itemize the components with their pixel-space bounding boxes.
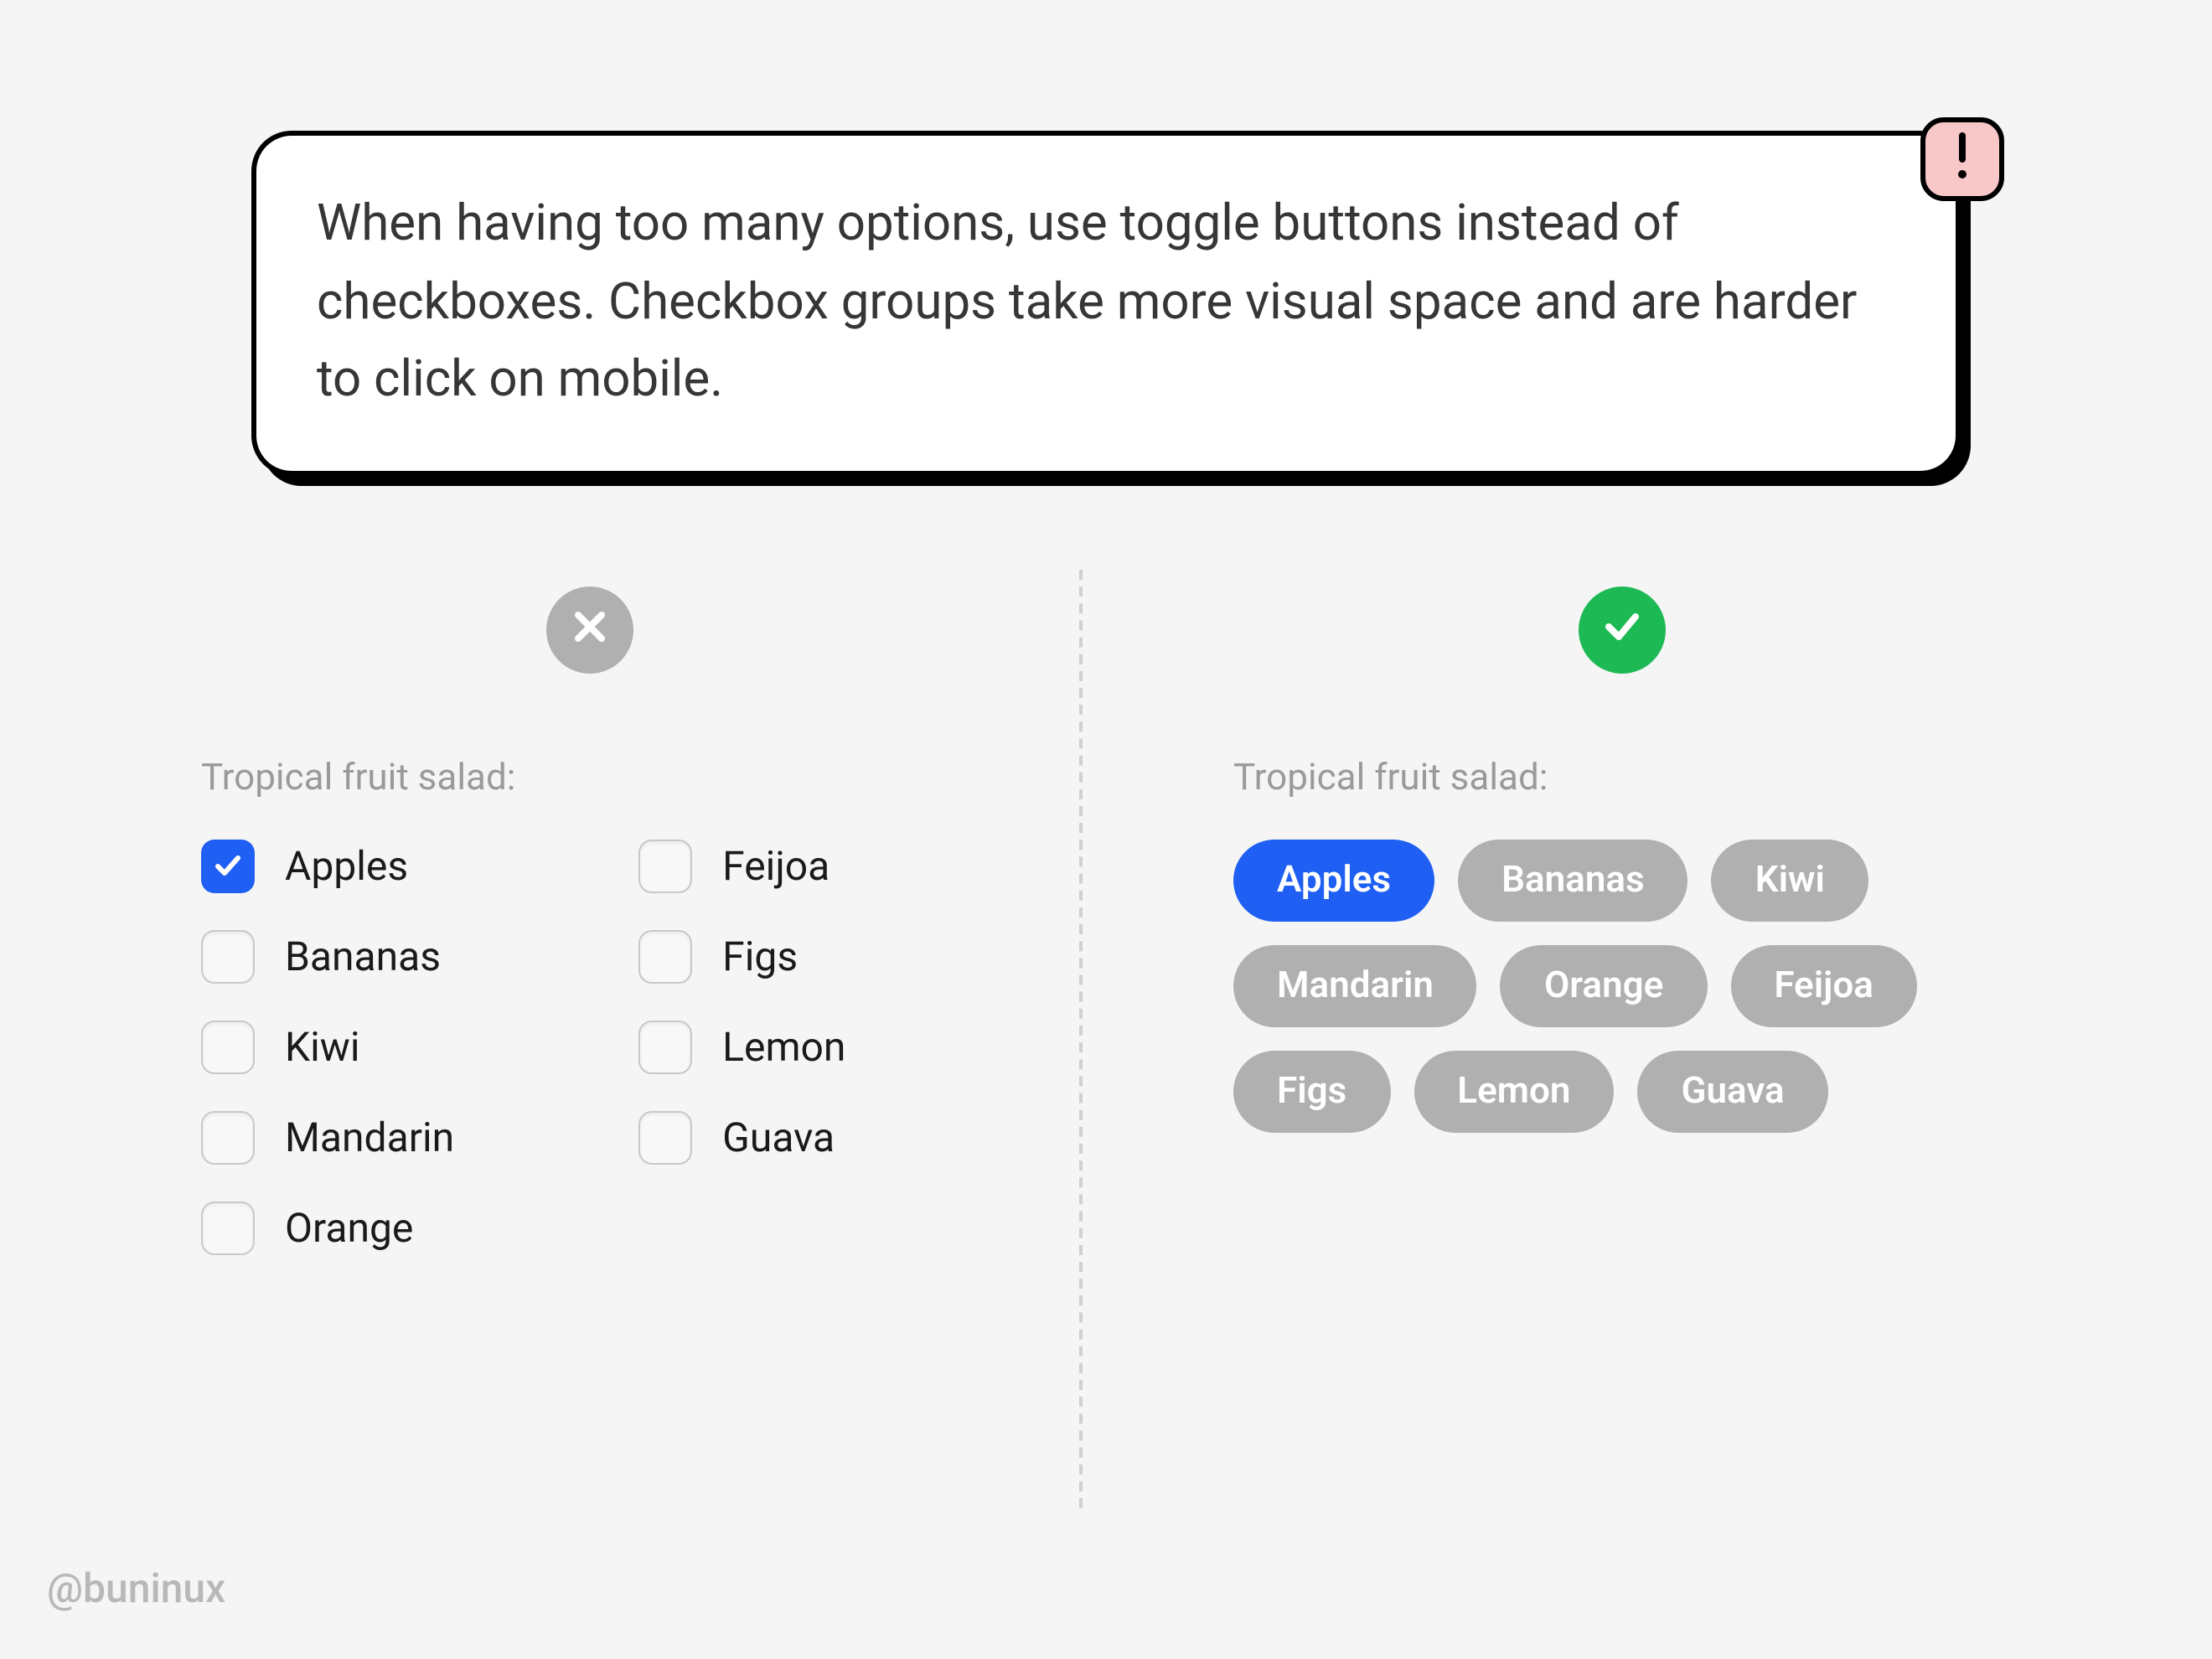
checkbox[interactable] [201, 1202, 255, 1255]
x-icon [570, 607, 610, 654]
toggle-chip[interactable]: Orange [1501, 945, 1707, 1027]
toggle-chip[interactable]: Apples [1233, 840, 1434, 922]
toggle-chip[interactable]: Mandarin [1233, 945, 1477, 1027]
bad-status-icon [546, 587, 633, 674]
bad-example-panel: Tropical fruit salad: Apples Bananas Kiwi M… [0, 519, 1079, 1525]
checkbox[interactable] [201, 1111, 255, 1165]
checkbox-label: Guava [722, 1114, 835, 1161]
toggle-chip[interactable]: Feijoa [1730, 945, 1917, 1027]
checkbox[interactable] [638, 840, 692, 893]
toggle-chip[interactable]: Figs [1233, 1051, 1390, 1133]
tip-text: When having too many options, use toggle… [317, 186, 1895, 420]
checkbox-row[interactable]: Feijoa [638, 840, 845, 893]
checkbox-row[interactable]: Bananas [201, 930, 454, 984]
checkbox-col-2: Feijoa Figs Lemon Guava [638, 840, 845, 1255]
comparison-container: Tropical fruit salad: Apples Bananas Kiwi M… [0, 519, 2212, 1525]
author-handle: @buninux [47, 1565, 225, 1612]
checkbox[interactable] [638, 930, 692, 984]
checkbox-columns: Apples Bananas Kiwi Mandarin Orange Feijoa Fi… [201, 840, 979, 1255]
checkbox-row[interactable]: Apples [201, 840, 454, 893]
bad-group-label: Tropical fruit salad: [201, 757, 515, 799]
chips-wrap: Apples Bananas Kiwi Mandarin Orange Feijoa Fig… [1233, 840, 1971, 1133]
checkbox-label: Orange [285, 1205, 413, 1252]
checkbox-col-1: Apples Bananas Kiwi Mandarin Orange [201, 840, 454, 1255]
checkbox-label: Kiwi [285, 1024, 360, 1071]
checkbox[interactable] [638, 1111, 692, 1165]
checkbox[interactable] [638, 1021, 692, 1074]
checkbox[interactable] [201, 840, 255, 893]
good-group-label: Tropical fruit salad: [1233, 757, 1548, 799]
alert-badge [1920, 117, 2004, 201]
checkbox-label: Lemon [722, 1024, 845, 1071]
exclamation-icon [1956, 132, 1969, 186]
tip-card: When having too many options, use toggle… [251, 131, 1961, 475]
toggle-chip[interactable]: Lemon [1414, 1051, 1614, 1133]
checkbox-label: Bananas [285, 933, 441, 980]
checkbox[interactable] [201, 930, 255, 984]
check-icon [1599, 603, 1646, 657]
checkbox-label: Feijoa [722, 843, 830, 890]
checkbox[interactable] [201, 1021, 255, 1074]
toggle-chip[interactable]: Kiwi [1712, 840, 1868, 922]
checkbox-row[interactable]: Orange [201, 1202, 454, 1255]
toggle-chip[interactable]: Guava [1637, 1051, 1827, 1133]
good-example-panel: Tropical fruit salad: Apples Bananas Kiwi M… [1083, 519, 2212, 1525]
checkbox-label: Figs [722, 933, 798, 980]
toggle-chip[interactable]: Bananas [1458, 840, 1688, 922]
checkbox-row[interactable]: Guava [638, 1111, 845, 1165]
checkbox-label: Apples [285, 843, 408, 890]
checkbox-row[interactable]: Kiwi [201, 1021, 454, 1074]
good-status-icon [1579, 587, 1666, 674]
checkbox-row[interactable]: Figs [638, 930, 845, 984]
checkbox-label: Mandarin [285, 1114, 454, 1161]
checkbox-row[interactable]: Lemon [638, 1021, 845, 1074]
checkbox-row[interactable]: Mandarin [201, 1111, 454, 1165]
